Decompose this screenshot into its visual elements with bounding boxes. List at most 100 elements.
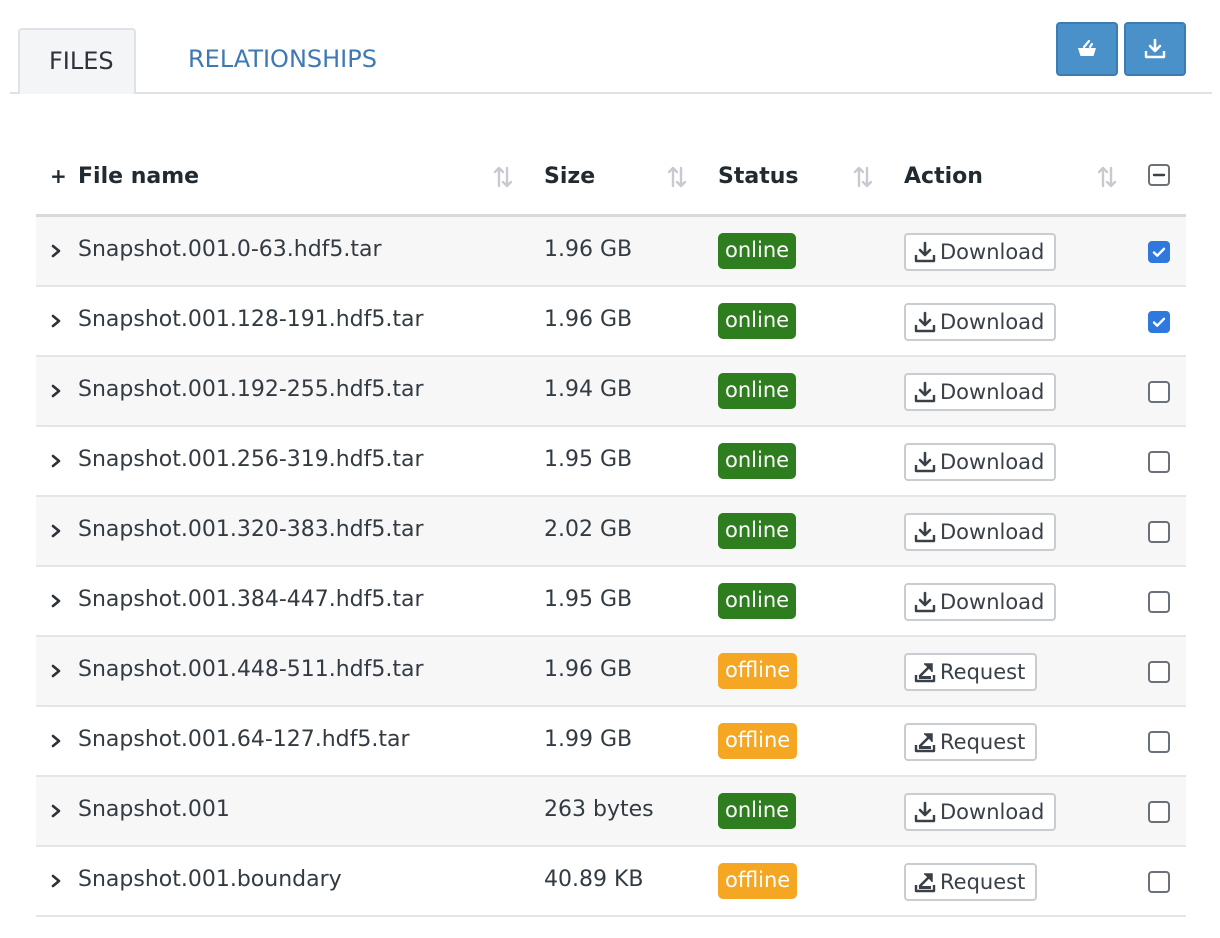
table-header: + File name Size Status Action: [36, 140, 1186, 217]
download-button[interactable]: Download: [904, 233, 1057, 271]
column-status[interactable]: Status: [718, 164, 798, 189]
files-table: + File name Size Status Action Snapshot.…: [36, 140, 1186, 917]
request-button[interactable]: Request: [904, 723, 1038, 761]
chevron-right-icon[interactable]: [50, 664, 62, 678]
column-action[interactable]: Action: [904, 164, 983, 189]
download-icon: [914, 451, 936, 473]
download-button[interactable]: Download: [904, 443, 1057, 481]
table-row[interactable]: Snapshot.001.128-191.hdf5.tar 1.96 GB onli…: [36, 287, 1186, 357]
chevron-right-icon[interactable]: [50, 734, 62, 748]
row-checkbox[interactable]: [1148, 731, 1170, 753]
action-label: Download: [940, 450, 1045, 474]
column-file-name[interactable]: File name: [78, 164, 199, 189]
file-name: Snapshot.001.384-447.hdf5.tar: [78, 587, 424, 612]
download-button[interactable]: Download: [904, 583, 1057, 621]
table-row[interactable]: Snapshot.001.320-383.hdf5.tar 2.02 GB onli…: [36, 497, 1186, 567]
row-checkbox[interactable]: [1148, 871, 1170, 893]
status-badge: online: [718, 233, 797, 269]
chevron-right-icon[interactable]: [50, 314, 62, 328]
chevron-right-icon[interactable]: [50, 524, 62, 538]
status-badge: online: [718, 373, 797, 409]
action-label: Download: [940, 520, 1045, 544]
status-badge: offline: [718, 653, 798, 689]
tab-bar: FILES RELATIONSHIPS: [10, 0, 1212, 94]
download-icon: [914, 521, 936, 543]
table-row[interactable]: Snapshot.001.448-511.hdf5.tar 1.96 GB offl…: [36, 637, 1186, 707]
action-label: Request: [940, 730, 1026, 754]
action-label: Download: [940, 800, 1045, 824]
chevron-right-icon[interactable]: [50, 594, 62, 608]
action-label: Request: [940, 870, 1026, 894]
file-size: 1.95 GB: [544, 587, 633, 612]
file-size: 1.96 GB: [544, 307, 633, 332]
download-button[interactable]: Download: [904, 513, 1057, 551]
basket-icon: [1078, 39, 1096, 56]
tab-relationships[interactable]: RELATIONSHIPS: [160, 28, 405, 94]
chevron-right-icon[interactable]: [50, 384, 62, 398]
table-row[interactable]: Snapshot.001.256-319.hdf5.tar 1.95 GB onli…: [36, 427, 1186, 497]
file-name: Snapshot.001.boundary: [78, 867, 342, 892]
select-all-checkbox[interactable]: [1148, 164, 1170, 186]
tab-files[interactable]: FILES: [18, 28, 136, 94]
file-name: Snapshot.001.64-127.hdf5.tar: [78, 727, 410, 752]
download-all-icon: [1144, 38, 1166, 59]
download-all-button[interactable]: [1124, 22, 1186, 76]
chevron-right-icon[interactable]: [50, 804, 62, 818]
sort-action-icon[interactable]: [1096, 164, 1118, 190]
row-checkbox[interactable]: [1148, 381, 1170, 403]
file-name: Snapshot.001.192-255.hdf5.tar: [78, 377, 424, 402]
sort-size-icon[interactable]: [666, 164, 688, 190]
table-row[interactable]: Snapshot.001.boundary 40.89 KB offline Requ…: [36, 847, 1186, 917]
chevron-right-icon[interactable]: [50, 244, 62, 258]
action-label: Download: [940, 310, 1045, 334]
row-checkbox[interactable]: [1148, 451, 1170, 473]
checkmark-icon: [1152, 317, 1166, 327]
row-checkbox[interactable]: [1148, 661, 1170, 683]
table-row[interactable]: Snapshot.001.192-255.hdf5.tar 1.94 GB onli…: [36, 357, 1186, 427]
file-name: Snapshot.001.448-511.hdf5.tar: [78, 657, 424, 682]
file-name: Snapshot.001.128-191.hdf5.tar: [78, 307, 424, 332]
file-size: 1.96 GB: [544, 237, 633, 262]
chevron-right-icon[interactable]: [50, 874, 62, 888]
row-checkbox[interactable]: [1148, 521, 1170, 543]
table-row[interactable]: Snapshot.001 263 bytes online Download: [36, 777, 1186, 847]
file-name: Snapshot.001.256-319.hdf5.tar: [78, 447, 424, 472]
file-name: Snapshot.001: [78, 797, 230, 822]
status-badge: online: [718, 583, 797, 619]
action-label: Download: [940, 380, 1045, 404]
column-size[interactable]: Size: [544, 164, 595, 189]
file-size: 40.89 KB: [544, 867, 644, 892]
download-button[interactable]: Download: [904, 373, 1057, 411]
expand-all-icon[interactable]: +: [50, 164, 67, 188]
row-checkbox[interactable]: [1148, 591, 1170, 613]
download-icon: [914, 241, 936, 263]
add-to-basket-button[interactable]: [1056, 22, 1118, 76]
row-checkbox[interactable]: [1148, 801, 1170, 823]
status-badge: online: [718, 303, 797, 339]
file-name: Snapshot.001.320-383.hdf5.tar: [78, 517, 424, 542]
chevron-right-icon[interactable]: [50, 454, 62, 468]
download-button[interactable]: Download: [904, 793, 1057, 831]
download-button[interactable]: Download: [904, 303, 1057, 341]
action-label: Download: [940, 590, 1045, 614]
request-button[interactable]: Request: [904, 653, 1038, 691]
file-size: 1.95 GB: [544, 447, 633, 472]
row-checkbox[interactable]: [1148, 241, 1170, 263]
status-badge: online: [718, 443, 797, 479]
request-icon: [914, 663, 936, 683]
checkmark-icon: [1152, 247, 1166, 257]
sort-status-icon[interactable]: [852, 164, 874, 190]
download-icon: [914, 591, 936, 613]
table-row[interactable]: Snapshot.001.0-63.hdf5.tar 1.96 GB online D…: [36, 217, 1186, 287]
request-button[interactable]: Request: [904, 863, 1038, 901]
sort-file-name-icon[interactable]: [492, 164, 514, 190]
file-size: 263 bytes: [544, 797, 654, 822]
request-icon: [914, 733, 936, 753]
request-icon: [914, 873, 936, 893]
table-row[interactable]: Snapshot.001.384-447.hdf5.tar 1.95 GB onli…: [36, 567, 1186, 637]
indeterminate-icon: [1152, 173, 1166, 177]
status-badge: offline: [718, 863, 798, 899]
row-checkbox[interactable]: [1148, 311, 1170, 333]
table-row[interactable]: Snapshot.001.64-127.hdf5.tar 1.99 GB offli…: [36, 707, 1186, 777]
status-badge: offline: [718, 723, 798, 759]
